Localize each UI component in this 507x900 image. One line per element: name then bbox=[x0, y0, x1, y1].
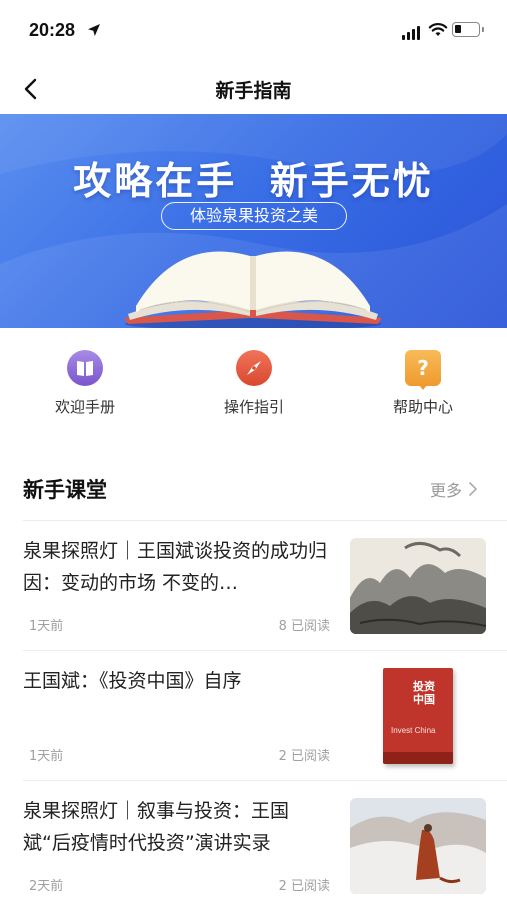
status-bar: 20:28 bbox=[0, 0, 507, 62]
help-center-button[interactable]: ? 帮助中心 bbox=[358, 350, 488, 417]
open-book-icon bbox=[124, 251, 382, 328]
section-title: 新手课堂 bbox=[23, 478, 107, 502]
battery-icon bbox=[452, 22, 480, 37]
hero-banner[interactable]: 攻略在手 新手无忧 体验泉果投资之美 bbox=[0, 114, 507, 328]
quick-action-label: 欢迎手册 bbox=[54, 398, 115, 416]
compass-icon bbox=[236, 350, 272, 386]
article-title: 泉果探照灯｜叙事与投资：王国斌“后疫情时代投资”演讲实录 bbox=[23, 800, 290, 854]
article-time: 1天前 bbox=[29, 619, 64, 634]
page-title: 新手指南 bbox=[215, 80, 292, 102]
operation-guide-button[interactable]: 操作指引 bbox=[189, 350, 319, 417]
svg-text:?: ? bbox=[417, 356, 429, 380]
article-thumbnail bbox=[350, 538, 486, 634]
cellular-signal-icon bbox=[402, 26, 420, 40]
article-item[interactable]: 泉果探照灯｜叙事与投资：王国斌“后疫情时代投资”演讲实录 2天前 2 已阅读 bbox=[0, 780, 507, 900]
book-icon bbox=[67, 350, 103, 386]
book-cover-thumbnail: 投资中国 Invest China bbox=[383, 668, 453, 764]
cover-subtitle: Invest China bbox=[391, 726, 436, 735]
banner-headline: 攻略在手 新手无忧 bbox=[73, 159, 434, 203]
article-reads: 2 已阅读 bbox=[278, 879, 330, 894]
article-reads: 2 已阅读 bbox=[278, 749, 330, 764]
article-reads: 8 已阅读 bbox=[278, 619, 330, 634]
article-title: 泉果探照灯｜王国斌谈投资的成功归因：变动的市场 不变的… bbox=[23, 540, 328, 594]
location-arrow-icon bbox=[88, 24, 100, 36]
article-thumbnail bbox=[350, 798, 486, 894]
question-icon: ? bbox=[405, 350, 441, 390]
article-item[interactable]: 泉果探照灯｜王国斌谈投资的成功归因：变动的市场 不变的… 1天前 8 已阅读 bbox=[0, 520, 507, 650]
banner-subtitle: 体验泉果投资之美 bbox=[161, 202, 347, 230]
navigation-bar: 新手指南 bbox=[0, 62, 507, 114]
quick-action-label: 操作指引 bbox=[223, 398, 284, 416]
cover-title: 投资中国 bbox=[413, 680, 435, 706]
status-time: 20:28 bbox=[29, 20, 76, 40]
more-label: 更多 bbox=[430, 481, 463, 500]
more-link[interactable]: 更多 bbox=[430, 477, 478, 501]
welcome-handbook-button[interactable]: 欢迎手册 bbox=[20, 350, 150, 417]
article-time: 1天前 bbox=[29, 749, 64, 764]
quick-action-label: 帮助中心 bbox=[392, 398, 453, 416]
article-time: 2天前 bbox=[29, 879, 64, 894]
quick-actions: 欢迎手册 操作指引 ? 帮助中心 bbox=[0, 340, 507, 430]
article-item[interactable]: 王国斌：《投资中国》自序 1天前 2 已阅读 投资中国 Invest China bbox=[0, 650, 507, 780]
article-title: 王国斌：《投资中国》自序 bbox=[23, 670, 242, 692]
chevron-right-icon bbox=[469, 482, 477, 496]
wifi-icon bbox=[428, 23, 448, 36]
